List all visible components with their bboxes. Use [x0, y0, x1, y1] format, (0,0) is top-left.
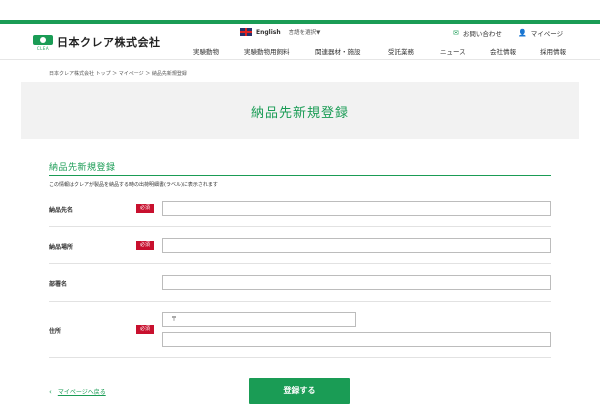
field-label-delivery-location: 納品場所: [49, 244, 74, 251]
form-section-title: 納品先新規登録: [49, 163, 116, 173]
company-logo[interactable]: CLEA 日本クレア株式会社: [33, 34, 161, 51]
back-label: マイページへ戻る: [57, 389, 106, 396]
mypage-link[interactable]: 👤 マイページ: [518, 28, 563, 38]
header-divider: [0, 59, 600, 60]
destination-name-input[interactable]: [162, 201, 551, 216]
language-selector[interactable]: English 言語を選択▼: [240, 28, 320, 36]
nav-item-recruit[interactable]: 採用情報: [540, 46, 566, 56]
required-badge: 必須: [136, 241, 154, 250]
contact-label: お問い合わせ: [462, 30, 502, 38]
delivery-location-input[interactable]: [162, 238, 551, 253]
nav-item-animal-feed[interactable]: 実験動物用飼料: [244, 46, 290, 56]
row-divider: [49, 357, 551, 358]
uk-flag-icon: [240, 28, 252, 36]
mypage-label: マイページ: [530, 30, 564, 38]
required-badge: 必須: [136, 325, 154, 334]
contact-link[interactable]: ✉ お問い合わせ: [453, 28, 502, 38]
address-input[interactable]: [162, 332, 551, 347]
section-underline: [49, 175, 551, 176]
register-button[interactable]: 登録する: [249, 378, 350, 404]
postal-code-input[interactable]: 〒: [162, 312, 356, 327]
nav-item-equipment[interactable]: 関連器材・施設: [315, 46, 361, 56]
field-label-address: 住所: [49, 328, 62, 335]
chevron-left-icon: ‹: [49, 387, 52, 396]
envelope-icon: ✉: [453, 29, 459, 37]
logo-mark-icon: CLEA: [33, 34, 53, 51]
field-label-destination-name: 納品先名: [49, 207, 74, 214]
department-input[interactable]: [162, 275, 551, 290]
nav-item-contract-services[interactable]: 受託業務: [388, 46, 414, 56]
row-divider: [49, 301, 551, 302]
brand-top-bar: [0, 20, 600, 24]
user-icon: 👤: [518, 29, 527, 37]
form-note: この情報はクレアが製品を納品する時の出荷明細書(ラベル)に表示されます: [49, 182, 218, 188]
row-divider: [49, 263, 551, 264]
page-title: 納品先新規登録: [250, 106, 349, 121]
english-link[interactable]: English: [256, 29, 281, 36]
row-divider: [49, 226, 551, 227]
field-label-department: 部署名: [49, 281, 68, 288]
back-to-mypage-link[interactable]: ‹ マイページへ戻る: [49, 387, 106, 397]
nav-item-news[interactable]: ニュース: [440, 46, 466, 56]
required-badge: 必須: [136, 204, 154, 213]
logo-text: 日本クレア株式会社: [57, 36, 161, 49]
nav-item-lab-animals[interactable]: 実験動物: [193, 46, 219, 56]
nav-item-company[interactable]: 会社情報: [490, 46, 516, 56]
language-select[interactable]: 言語を選択▼: [289, 28, 321, 36]
breadcrumb[interactable]: 日本クレア株式会社 トップ ＞ マイページ ＞ 納品先新規登録: [49, 70, 187, 77]
